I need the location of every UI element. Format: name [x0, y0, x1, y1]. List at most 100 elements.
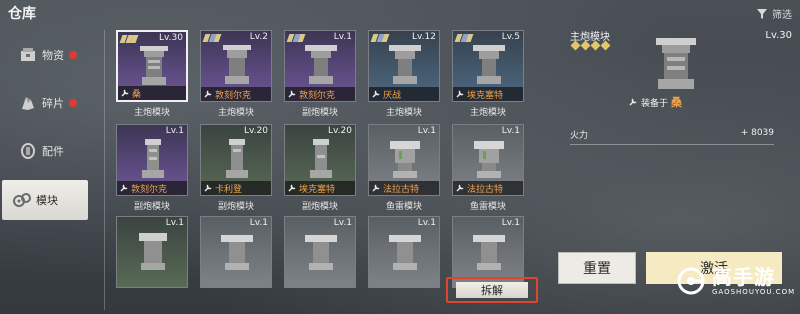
reset-button[interactable]: 重置	[558, 252, 636, 284]
turret-module-icon	[473, 45, 505, 84]
page-title: 仓库	[8, 6, 36, 22]
fragment-icon	[18, 93, 38, 113]
module-thumbnail[interactable]: Lv.1	[284, 216, 356, 288]
filter-button[interactable]: 筛选	[756, 6, 792, 21]
stat-row: 火力 + 8039	[570, 128, 774, 145]
module-thumbnail[interactable]: Lv.1 法拉古特	[452, 124, 524, 196]
torpedo-module-icon	[474, 141, 504, 178]
rank-icon	[202, 34, 222, 42]
watermark: 高手游 GAOSHOUYOU.COM	[676, 266, 795, 296]
warehouse-screen: 仓库 筛选 物资 碎片 配件 模块 Lv.30 桑 主炮模块 Lv.2 敦刻尔克…	[0, 0, 800, 314]
module-card[interactable]: Lv.1 敦刻尔克 副炮模块	[280, 30, 358, 118]
wrench-icon	[372, 184, 380, 192]
sidebar-item-fragments[interactable]: 碎片	[0, 84, 94, 122]
sidebar-item-supplies[interactable]: 物资	[0, 36, 94, 74]
module-card[interactable]: Lv.20 卡利登 副炮模块	[196, 124, 274, 212]
wrench-icon	[629, 98, 637, 106]
notification-badge	[69, 99, 77, 107]
filter-icon	[757, 8, 767, 19]
module-thumbnail[interactable]: Lv.1 法拉古特	[368, 124, 440, 196]
module-card[interactable]: Lv.12 厌战 主炮模块	[364, 30, 442, 118]
rank-diamonds	[570, 40, 611, 51]
equipped-tag: 装备于 桑	[628, 94, 682, 110]
module-thumbnail[interactable]: Lv.12 厌战	[368, 30, 440, 102]
owner-tag: 敦刻尔克	[117, 181, 187, 195]
owner-name: 埃克塞特	[299, 184, 336, 195]
sidebar-item-label: 碎片	[42, 97, 64, 110]
watermark-en: GAOSHOUYOU.COM	[712, 288, 796, 296]
stat-value: + 8039	[740, 128, 774, 138]
level-label: Lv.1	[165, 218, 184, 228]
supplies-icon	[18, 45, 38, 65]
owner-tag: 法拉古特	[369, 181, 439, 195]
module-card[interactable]: Lv.1	[364, 216, 442, 288]
module-name: 副炮模块	[301, 108, 338, 118]
module-card[interactable]: Lv.20 埃克塞特 副炮模块	[280, 124, 358, 212]
wrench-icon	[456, 184, 464, 192]
module-name: 副炮模块	[133, 202, 170, 212]
owner-name: 桑	[132, 89, 142, 100]
level-label: Lv.1	[333, 32, 352, 42]
dismantle-button[interactable]: 拆解	[456, 282, 528, 298]
module-thumbnail[interactable]: Lv.1 敦刻尔克	[116, 124, 188, 196]
watermark-logo-icon	[677, 267, 705, 295]
filter-label: 筛选	[772, 10, 792, 21]
module-card[interactable]: Lv.1	[196, 216, 274, 288]
module-icon	[389, 235, 421, 270]
sidebar-item-modules[interactable]: 模块	[2, 180, 88, 220]
owner-name: 敦刻尔克	[215, 90, 252, 101]
module-thumbnail[interactable]: Lv.1 敦刻尔克	[284, 30, 356, 102]
accessory-icon	[18, 141, 38, 161]
module-thumbnail[interactable]: Lv.5 埃克塞特	[452, 30, 524, 102]
owner-name: 法拉古特	[383, 184, 420, 195]
module-name: 主炮模块	[133, 108, 170, 118]
level-label: Lv.1	[417, 218, 436, 228]
wrench-icon	[120, 184, 128, 192]
dismantle-highlight: 拆解	[446, 277, 538, 303]
module-icon	[221, 235, 253, 270]
module-name: 副炮模块	[217, 202, 254, 212]
sidebar-item-accessories[interactable]: 配件	[0, 132, 94, 170]
sidebar-item-label: 模块	[36, 194, 58, 207]
module-icon	[12, 190, 32, 210]
module-card[interactable]: Lv.1	[112, 216, 190, 288]
level-label: Lv.5	[501, 32, 520, 42]
module-icon	[473, 235, 505, 270]
owner-name: 卡利登	[215, 184, 243, 195]
module-thumbnail[interactable]: Lv.2 敦刻尔克	[200, 30, 272, 102]
level-label: Lv.20	[328, 126, 352, 136]
module-card[interactable]: Lv.30 桑 主炮模块	[112, 30, 190, 118]
module-thumbnail[interactable]: Lv.1	[116, 216, 188, 288]
wrench-icon	[204, 90, 212, 98]
sidebar-divider	[104, 30, 105, 310]
module-name: 主炮模块	[385, 108, 422, 118]
owner-tag: 厌战	[369, 87, 439, 101]
wrench-icon	[372, 90, 380, 98]
module-name: 鱼雷模块	[385, 202, 422, 212]
module-thumbnail[interactable]: Lv.1	[200, 216, 272, 288]
owner-tag: 卡利登	[201, 181, 271, 195]
level-label: Lv.1	[249, 218, 268, 228]
module-card[interactable]: Lv.5 埃克塞特 主炮模块	[448, 30, 526, 118]
level-label: Lv.12	[412, 32, 436, 42]
module-card[interactable]: Lv.1	[280, 216, 358, 288]
rank-icon	[454, 34, 474, 42]
module-thumbnail[interactable]: Lv.30 桑	[116, 30, 188, 102]
level-label: Lv.30	[159, 33, 183, 43]
module-thumbnail[interactable]: Lv.1	[368, 216, 440, 288]
module-thumbnail[interactable]: Lv.20 卡利登	[200, 124, 272, 196]
wrench-icon	[121, 89, 129, 97]
module-icon	[305, 235, 337, 270]
wrench-icon	[288, 90, 296, 98]
module-thumbnail[interactable]: Lv.20 埃克塞特	[284, 124, 356, 196]
turret-module-icon	[223, 45, 251, 84]
module-card[interactable]: Lv.2 敦刻尔克 主炮模块	[196, 30, 274, 118]
module-card[interactable]: Lv.1 法拉古特 鱼雷模块	[448, 124, 526, 212]
rank-icon	[119, 35, 139, 43]
module-name: 鱼雷模块	[469, 202, 506, 212]
module-card[interactable]: Lv.1 敦刻尔克 副炮模块	[112, 124, 190, 212]
secondary-gun-module-icon	[310, 139, 332, 178]
torpedo-module-icon	[390, 141, 420, 178]
turret-module-icon	[656, 38, 696, 89]
module-card[interactable]: Lv.1 法拉古特 鱼雷模块	[364, 124, 442, 212]
